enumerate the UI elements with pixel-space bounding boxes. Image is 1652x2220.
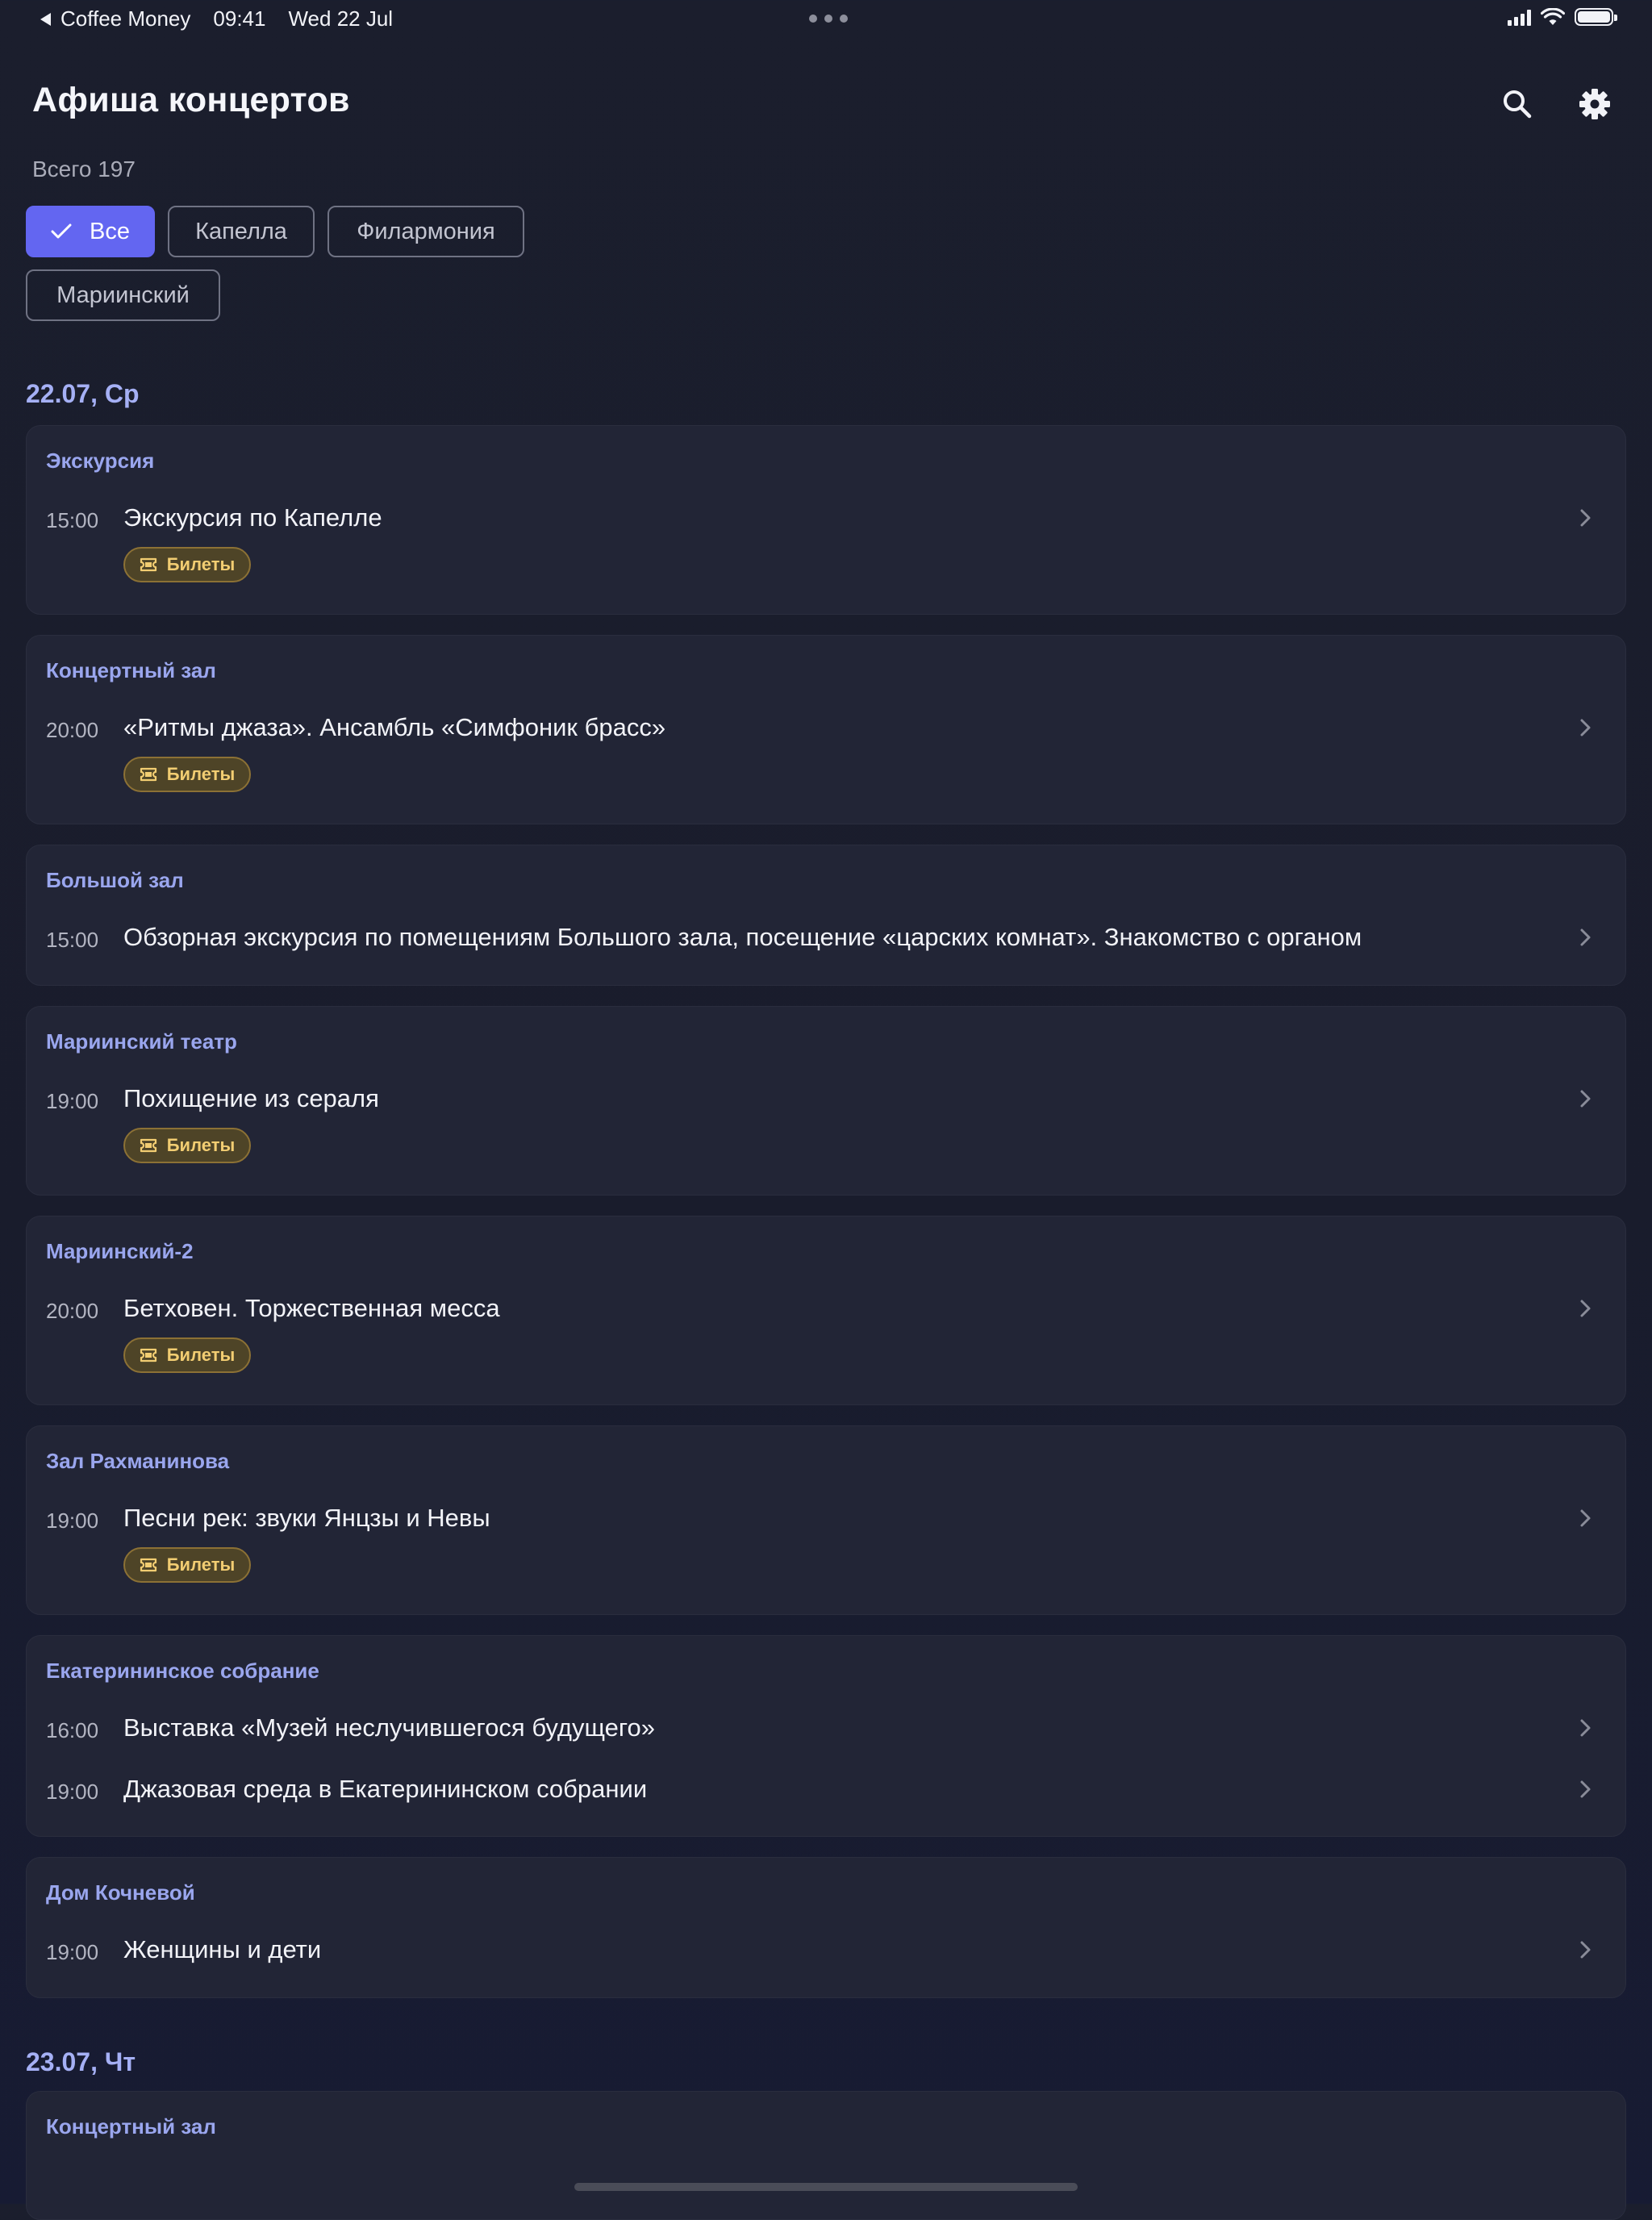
back-app-label[interactable]: Coffee Money bbox=[60, 6, 190, 31]
search-button[interactable] bbox=[1497, 84, 1537, 124]
event-row[interactable]: 16:00 Выставка «Музей неслучившегося буд… bbox=[46, 1713, 1606, 1754]
event-title: «Ритмы джаза». Ансамбль «Симфоник брасс» bbox=[123, 713, 666, 741]
tickets-badge[interactable]: Билеты bbox=[123, 1547, 251, 1583]
venue-card: Мариинский театр 19:00 Похищение из сера… bbox=[26, 1006, 1626, 1196]
tickets-label: Билеты bbox=[166, 764, 236, 784]
event-row[interactable]: 19:00 Песни рек: звуки Янцзы и Невы Биле… bbox=[46, 1504, 1606, 1592]
venue-card: Экскурсия 15:00 Экскурсия по Капелле Бил… bbox=[26, 425, 1626, 615]
wifi-icon bbox=[1541, 8, 1565, 25]
tickets-badge[interactable]: Билеты bbox=[123, 547, 251, 582]
venue-name: Зал Рахманинова bbox=[46, 1449, 230, 1473]
venue-name: Экскурсия bbox=[46, 449, 155, 473]
search-icon bbox=[1504, 90, 1532, 119]
event-row[interactable]: 19:00 Джазовая среда в Екатерининском со… bbox=[46, 1775, 1606, 1815]
filter-chip-label: Мариинский bbox=[56, 282, 190, 308]
gear-icon bbox=[1579, 89, 1610, 119]
filter-chip-kapella[interactable]: Капелла bbox=[168, 206, 315, 257]
event-title: Похищение из сераля bbox=[123, 1084, 379, 1112]
tickets-badge[interactable]: Билеты bbox=[123, 757, 251, 792]
status-bar: Coffee Money 09:41 Wed 22 Jul bbox=[0, 0, 1652, 39]
total-count: Всего 197 bbox=[32, 156, 136, 182]
chevron-right-icon bbox=[1580, 1090, 1591, 1108]
home-indicator[interactable] bbox=[574, 2183, 1078, 2191]
status-left[interactable]: Coffee Money 09:41 Wed 22 Jul bbox=[40, 6, 393, 31]
chevron-right-icon bbox=[1580, 1780, 1591, 1798]
event-title: Выставка «Музей неслучившегося будущего» bbox=[123, 1713, 655, 1742]
battery-icon bbox=[1575, 8, 1617, 26]
event-row[interactable]: 20:00 «Ритмы джаза». Ансамбль «Симфоник … bbox=[46, 713, 1606, 802]
venue-card: Зал Рахманинова 19:00 Песни рек: звуки Я… bbox=[26, 1425, 1626, 1615]
venue-card: Концертный зал bbox=[26, 2091, 1626, 2220]
event-time: 19:00 bbox=[46, 1940, 99, 1964]
filter-chip-mariinsky[interactable]: Мариинский bbox=[26, 269, 220, 321]
venue-name: Мариинский-2 bbox=[46, 1239, 194, 1263]
filter-chip-filarmonia[interactable]: Филармония bbox=[327, 206, 524, 257]
venue-card: Большой зал 15:00 Обзорная экскурсия по … bbox=[26, 845, 1626, 986]
event-title: Экскурсия по Капелле bbox=[123, 503, 382, 532]
ticket-icon bbox=[140, 557, 156, 572]
venue-name: Концертный зал bbox=[46, 2114, 216, 2139]
settings-button[interactable] bbox=[1575, 84, 1615, 124]
chevron-right-icon bbox=[1580, 719, 1591, 737]
venue-card: Екатерининское собрание 16:00 Выставка «… bbox=[26, 1635, 1626, 1837]
tickets-label: Билеты bbox=[166, 1345, 236, 1365]
filter-chip-label: Филармония bbox=[357, 218, 495, 244]
page-title: Афиша концертов bbox=[32, 81, 350, 119]
filter-chip-label: Капелла bbox=[195, 218, 287, 244]
chevron-right-icon bbox=[1580, 1941, 1591, 1959]
venue-name: Концертный зал bbox=[46, 658, 216, 682]
date-header: 22.07, Ср bbox=[26, 379, 140, 408]
tickets-badge[interactable]: Билеты bbox=[123, 1128, 251, 1163]
chevron-right-icon bbox=[1580, 928, 1591, 946]
event-time: 20:00 bbox=[46, 718, 99, 742]
event-title: Джазовая среда в Екатерининском собрании bbox=[123, 1775, 648, 1803]
status-date: Wed 22 Jul bbox=[288, 6, 394, 31]
event-title: Обзорная экскурсия по помещениям Большог… bbox=[123, 923, 1362, 951]
ticket-icon bbox=[140, 1348, 156, 1362]
chevron-right-icon bbox=[1580, 1719, 1591, 1737]
event-time: 15:00 bbox=[46, 508, 99, 532]
date-header: 23.07, Чт bbox=[26, 2047, 136, 2076]
event-time: 19:00 bbox=[46, 1780, 99, 1804]
event-title: Бетховен. Торжественная месса bbox=[123, 1294, 500, 1322]
venue-name: Мариинский театр bbox=[46, 1029, 237, 1054]
check-icon bbox=[51, 223, 72, 239]
tickets-label: Билеты bbox=[166, 1135, 236, 1155]
venue-name: Большой зал bbox=[46, 868, 184, 892]
event-row[interactable]: 15:00 Обзорная экскурсия по помещениям Б… bbox=[46, 923, 1606, 963]
multitasking-dots-icon[interactable] bbox=[809, 15, 848, 23]
ticket-icon bbox=[140, 1138, 156, 1153]
tickets-label: Билеты bbox=[166, 1554, 236, 1575]
chevron-right-icon bbox=[1580, 509, 1591, 527]
event-row[interactable]: 15:00 Экскурсия по Капелле Билеты bbox=[46, 503, 1606, 592]
ticket-icon bbox=[140, 767, 156, 782]
tickets-label: Билеты bbox=[166, 554, 236, 574]
ticket-icon bbox=[140, 1558, 156, 1572]
status-right bbox=[1508, 8, 1617, 26]
venue-name: Екатерининское собрание bbox=[46, 1659, 319, 1683]
filter-chip-all[interactable]: Все bbox=[26, 206, 155, 257]
event-time: 19:00 bbox=[46, 1089, 99, 1113]
back-arrow-icon[interactable] bbox=[40, 12, 51, 26]
event-time: 19:00 bbox=[46, 1509, 99, 1533]
venue-card: Концертный зал 20:00 «Ритмы джаза». Анса… bbox=[26, 635, 1626, 824]
tickets-badge[interactable]: Билеты bbox=[123, 1337, 251, 1373]
venue-card: Дом Кочневой 19:00 Женщины и дети bbox=[26, 1857, 1626, 1998]
event-title: Песни рек: звуки Янцзы и Невы bbox=[123, 1504, 490, 1532]
event-time: 20:00 bbox=[46, 1299, 99, 1323]
cellular-signal-icon bbox=[1508, 8, 1531, 26]
chevron-right-icon bbox=[1580, 1300, 1591, 1317]
venue-name: Дом Кочневой bbox=[46, 1880, 195, 1905]
filter-chip-label: Все bbox=[90, 218, 130, 244]
event-time: 16:00 bbox=[46, 1718, 99, 1742]
event-row[interactable]: 19:00 Женщины и дети bbox=[46, 1935, 1606, 1976]
event-time: 15:00 bbox=[46, 928, 99, 952]
venue-card: Мариинский-2 20:00 Бетховен. Торжественн… bbox=[26, 1216, 1626, 1405]
chevron-right-icon bbox=[1580, 1509, 1591, 1527]
event-row[interactable]: 19:00 Похищение из сераля Билеты bbox=[46, 1084, 1606, 1173]
event-title: Женщины и дети bbox=[123, 1935, 322, 1963]
event-row[interactable]: 20:00 Бетховен. Торжественная месса Биле… bbox=[46, 1294, 1606, 1383]
status-time: 09:41 bbox=[213, 6, 266, 31]
